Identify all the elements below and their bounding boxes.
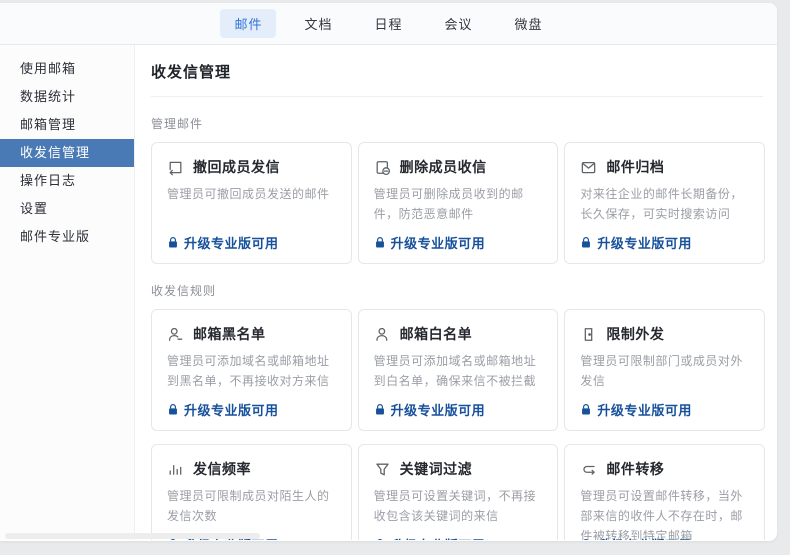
top-nav: 邮件文档日程会议微盘	[0, 3, 777, 45]
feature-card[interactable]: 邮箱白名单管理员可添加域名或邮箱地址到白名单，确保来信不被拦截升级专业版可用	[358, 309, 559, 431]
tab-5[interactable]: 微盘	[501, 9, 557, 38]
section-label-2: 收发信规则	[151, 282, 765, 299]
tab-1[interactable]: 邮件	[220, 9, 276, 38]
card-description: 管理员可限制成员对陌生人的发信次数	[167, 487, 336, 527]
sidebar: 使用邮箱数据统计邮箱管理收发信管理操作日志设置邮件专业版	[0, 45, 135, 540]
feature-card[interactable]: 邮件归档对来往企业的邮件长期备份，长久保存，可实时搜索访问升级专业版可用	[564, 142, 765, 264]
title-divider	[151, 96, 763, 97]
card-description: 管理员可添加域名或邮箱地址到白名单，确保来信不被拦截	[374, 352, 543, 392]
horizontal-scrollbar-thumb[interactable]	[5, 533, 260, 539]
sections-container: 管理邮件撤回成员发信管理员可撤回成员发送的邮件升级专业版可用删除成员收信管理员可…	[151, 115, 765, 540]
sidebar-item-3[interactable]: 邮箱管理	[0, 111, 134, 139]
mail-transfer-icon	[580, 461, 597, 478]
sidebar-item-4[interactable]: 收发信管理	[0, 139, 134, 167]
upgrade-link[interactable]: 升级专业版可用	[374, 233, 486, 252]
lock-icon	[374, 236, 386, 249]
card-title: 发信频率	[193, 459, 251, 479]
card-description: 管理员可撤回成员发送的邮件	[167, 185, 336, 205]
card-header: 删除成员收信	[374, 157, 543, 177]
card-description: 管理员可设置关键词，不再接收包含该关键词的来信	[374, 487, 543, 527]
tab-4[interactable]: 会议	[431, 9, 487, 38]
card-header: 邮件归档	[580, 157, 749, 177]
upgrade-link[interactable]: 升级专业版可用	[374, 400, 486, 419]
mail-archive-icon	[580, 159, 597, 176]
card-title: 邮箱黑名单	[193, 324, 266, 344]
card-grid-2: 邮箱黑名单管理员可添加域名或邮箱地址到黑名单，不再接收对方来信升级专业版可用邮箱…	[151, 309, 765, 540]
card-header: 关键词过滤	[374, 459, 543, 479]
upgrade-link-label: 升级专业版可用	[597, 233, 692, 252]
card-title: 邮件转移	[606, 459, 664, 479]
card-header: 邮件转移	[580, 459, 749, 479]
card-description: 管理员可删除成员收到的邮件，防范恶意邮件	[374, 185, 543, 225]
card-title: 限制外发	[606, 324, 664, 344]
section-label-1: 管理邮件	[151, 115, 765, 132]
sidebar-item-7[interactable]: 邮件专业版	[0, 223, 134, 251]
sidebar-item-6[interactable]: 设置	[0, 195, 134, 223]
blacklist-icon	[167, 326, 184, 343]
lock-icon	[374, 403, 386, 416]
recall-mail-icon	[167, 159, 184, 176]
page-title: 收发信管理	[151, 59, 765, 96]
card-header: 限制外发	[580, 324, 749, 344]
restrict-send-icon	[580, 326, 597, 343]
card-grid-1: 撤回成员发信管理员可撤回成员发送的邮件升级专业版可用删除成员收信管理员可删除成员…	[151, 142, 765, 264]
feature-card[interactable]: 关键词过滤管理员可设置关键词，不再接收包含该关键词的来信升级专业版可用	[358, 444, 559, 540]
main-content: 收发信管理 管理邮件撤回成员发信管理员可撤回成员发送的邮件升级专业版可用删除成员…	[135, 45, 777, 540]
upgrade-link[interactable]: 升级专业版可用	[167, 400, 279, 419]
top-nav-tabs: 邮件文档日程会议微盘	[220, 9, 556, 38]
lock-icon	[580, 403, 592, 416]
lock-icon	[580, 236, 592, 249]
card-header: 邮箱白名单	[374, 324, 543, 344]
sidebar-item-2[interactable]: 数据统计	[0, 83, 134, 111]
card-description: 对来往企业的邮件长期备份，长久保存，可实时搜索访问	[580, 185, 749, 225]
upgrade-link-label: 升级专业版可用	[184, 400, 279, 419]
feature-card[interactable]: 邮件转移管理员可设置邮件转移，当外部来信的收件人不存在时，邮件被转移到特定邮箱升…	[564, 444, 765, 540]
app-window: 邮件文档日程会议微盘 使用邮箱数据统计邮箱管理收发信管理操作日志设置邮件专业版 …	[0, 3, 777, 541]
horizontal-scrollbar[interactable]	[0, 532, 777, 541]
upgrade-link-label: 升级专业版可用	[597, 400, 692, 419]
keyword-filter-icon	[374, 461, 391, 478]
card-header: 撤回成员发信	[167, 157, 336, 177]
card-header: 邮箱黑名单	[167, 324, 336, 344]
upgrade-link[interactable]: 升级专业版可用	[580, 400, 692, 419]
delete-mail-icon	[374, 159, 391, 176]
sidebar-item-1[interactable]: 使用邮箱	[0, 55, 134, 83]
feature-card[interactable]: 删除成员收信管理员可删除成员收到的邮件，防范恶意邮件升级专业版可用	[358, 142, 559, 264]
card-header: 发信频率	[167, 459, 336, 479]
tab-3[interactable]: 日程	[360, 9, 416, 38]
whitelist-icon	[374, 326, 391, 343]
card-title: 邮箱白名单	[400, 324, 473, 344]
feature-card[interactable]: 邮箱黑名单管理员可添加域名或邮箱地址到黑名单，不再接收对方来信升级专业版可用	[151, 309, 352, 431]
tab-2[interactable]: 文档	[290, 9, 346, 38]
feature-card[interactable]: 撤回成员发信管理员可撤回成员发送的邮件升级专业版可用	[151, 142, 352, 264]
lock-icon	[167, 403, 179, 416]
upgrade-link[interactable]: 升级专业版可用	[167, 233, 279, 252]
feature-card[interactable]: 限制外发管理员可限制部门或成员对外发信升级专业版可用	[564, 309, 765, 431]
card-title: 撤回成员发信	[193, 157, 280, 177]
sidebar-item-5[interactable]: 操作日志	[0, 167, 134, 195]
upgrade-link-label: 升级专业版可用	[391, 400, 486, 419]
upgrade-link-label: 升级专业版可用	[391, 233, 486, 252]
card-title: 邮件归档	[606, 157, 664, 177]
lock-icon	[167, 236, 179, 249]
card-description: 管理员可添加域名或邮箱地址到黑名单，不再接收对方来信	[167, 352, 336, 392]
card-title: 删除成员收信	[400, 157, 487, 177]
frequency-icon	[167, 461, 184, 478]
card-description: 管理员可限制部门或成员对外发信	[580, 352, 749, 392]
upgrade-link[interactable]: 升级专业版可用	[580, 233, 692, 252]
feature-card[interactable]: 发信频率管理员可限制成员对陌生人的发信次数升级专业版可用	[151, 444, 352, 540]
card-title: 关键词过滤	[400, 459, 473, 479]
upgrade-link-label: 升级专业版可用	[184, 233, 279, 252]
